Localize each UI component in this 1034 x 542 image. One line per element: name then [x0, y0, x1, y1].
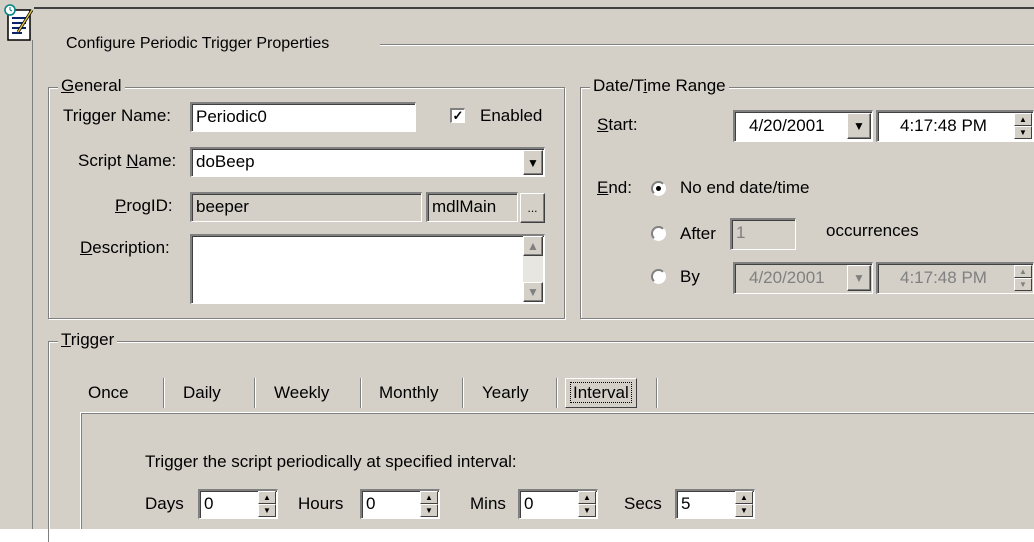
trigger-name-input[interactable]: Periodic0	[190, 102, 416, 132]
hours-label: Hours	[298, 494, 344, 513]
tab-separator	[163, 378, 165, 408]
tab-yearly[interactable]: Yearly	[482, 375, 529, 411]
tab-weekly[interactable]: Weekly	[274, 375, 329, 411]
spin-up-icon[interactable]: ▲	[420, 491, 438, 504]
spin-down-icon[interactable]: ▼	[578, 504, 596, 517]
secs-spinner[interactable]: ▲ ▼	[735, 491, 753, 517]
progid-label: ProgID:	[115, 196, 173, 215]
by-date-dropdown[interactable]: ▼	[847, 265, 871, 291]
general-legend-rest: eneral	[74, 76, 122, 95]
interval-description: Trigger the script periodically at speci…	[145, 452, 517, 471]
enabled-checkbox[interactable]: ✓	[450, 108, 465, 123]
tab-separator	[656, 378, 658, 408]
general-legend: General	[58, 76, 125, 96]
mins-label: Mins	[470, 494, 506, 513]
scroll-down-button[interactable]: ▼	[523, 282, 543, 302]
spin-down-icon[interactable]: ▼	[735, 504, 753, 517]
tab-separator	[462, 378, 464, 408]
description-label: Description:	[80, 238, 170, 257]
script-name-dropdown-button[interactable]: ▼	[523, 150, 543, 175]
chevron-down-icon: ▼	[853, 271, 865, 285]
left-border	[32, 40, 33, 529]
scroll-up-button[interactable]: ▲	[523, 236, 543, 256]
after-label: After	[680, 224, 716, 243]
tab-monthly[interactable]: Monthly	[379, 375, 439, 411]
by-time-spinner[interactable]: ▲ ▼	[1014, 265, 1032, 291]
by-radio[interactable]	[651, 269, 666, 284]
progid-module-field: mdlMain	[426, 192, 518, 222]
tab-interval-label: Interval	[570, 382, 632, 403]
start-label: Start:	[597, 115, 638, 134]
progid-field: beeper	[190, 192, 422, 222]
top-border	[34, 7, 1034, 9]
start-time-spinner[interactable]: ▲ ▼	[1014, 113, 1032, 139]
trigger-legend: Trigger	[58, 330, 118, 350]
enabled-label: Enabled	[480, 106, 543, 125]
tab-once[interactable]: Once	[88, 375, 129, 411]
end-label: End:	[597, 178, 632, 197]
spin-down-icon[interactable]: ▼	[1014, 126, 1032, 139]
after-radio[interactable]	[651, 226, 666, 241]
hours-spinner[interactable]: ▲ ▼	[420, 491, 438, 517]
description-textarea[interactable]	[190, 234, 545, 304]
spin-up-icon[interactable]: ▲	[735, 491, 753, 504]
tab-interval[interactable]: Interval	[565, 378, 637, 408]
mins-spinner[interactable]: ▲ ▼	[578, 491, 596, 517]
date-time-range-legend: Date/Time Range	[590, 76, 729, 96]
script-name-select[interactable]: doBeep	[190, 147, 545, 177]
spin-up-icon[interactable]: ▲	[1014, 265, 1032, 278]
script-name-label: Script Name:	[78, 151, 177, 170]
no-end-label: No end date/time	[680, 178, 810, 197]
secs-label: Secs	[624, 494, 662, 513]
document-pen-icon	[4, 4, 34, 44]
days-label: Days	[145, 494, 184, 513]
spin-up-icon[interactable]: ▲	[258, 491, 276, 504]
spin-up-icon[interactable]: ▲	[578, 491, 596, 504]
spin-up-icon[interactable]: ▲	[1014, 113, 1032, 126]
days-spinner[interactable]: ▲ ▼	[258, 491, 276, 517]
description-scrollbar[interactable]: ▲ ▼	[523, 236, 543, 302]
title-rule	[380, 44, 1034, 46]
dialog-title: Configure Periodic Trigger Properties	[63, 34, 333, 54]
tab-separator	[254, 378, 256, 408]
tab-separator	[360, 378, 362, 408]
by-label: By	[680, 267, 700, 286]
chevron-down-icon: ▼	[527, 155, 539, 170]
spin-down-icon[interactable]: ▼	[420, 504, 438, 517]
no-end-radio[interactable]	[651, 181, 666, 196]
occurrences-label: occurrences	[826, 221, 919, 240]
start-time-picker[interactable]: 4:17:48 PM	[876, 110, 1034, 142]
spin-down-icon[interactable]: ▼	[258, 504, 276, 517]
by-time-picker[interactable]: 4:17:48 PM	[876, 262, 1034, 294]
tab-separator	[556, 378, 558, 408]
browse-button[interactable]: ...	[520, 193, 545, 223]
start-date-dropdown[interactable]: ▼	[847, 113, 871, 139]
after-occurrences-input[interactable]: 1	[730, 218, 796, 250]
trigger-name-label: Trigger Name:	[63, 106, 172, 125]
chevron-down-icon: ▼	[853, 119, 865, 133]
tab-daily[interactable]: Daily	[183, 375, 221, 411]
spin-down-icon[interactable]: ▼	[1014, 278, 1032, 291]
